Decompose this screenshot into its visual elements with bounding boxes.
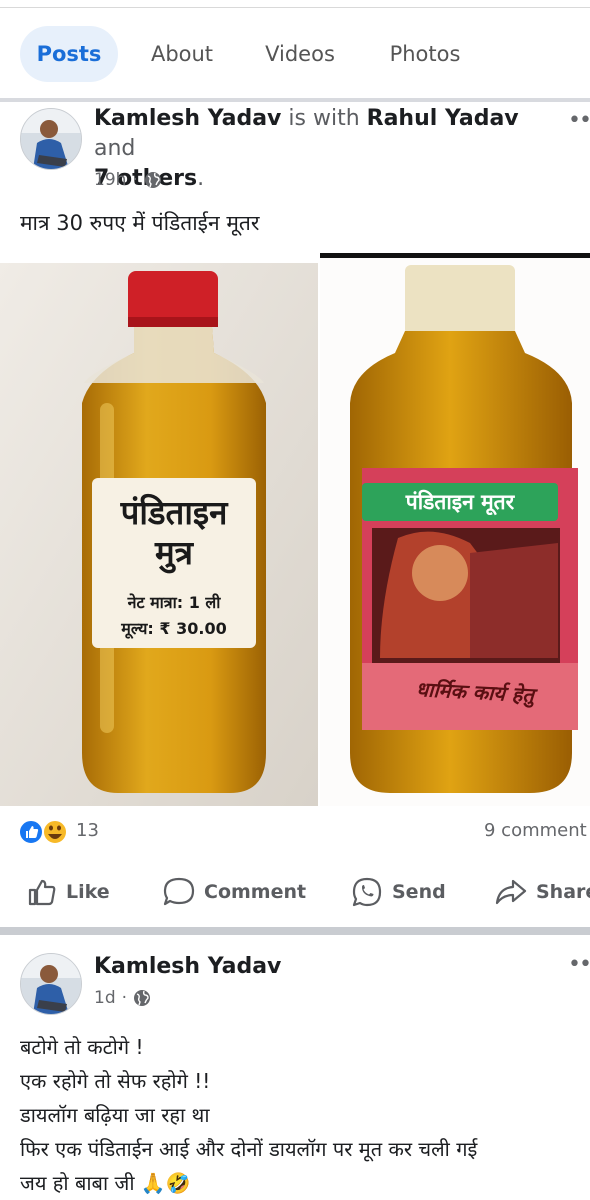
tab-posts[interactable]: Posts <box>20 26 118 82</box>
post-line: फिर एक पंडिताईन आई और दोनों डायलॉग पर मू… <box>20 1137 478 1161</box>
with-text: is with <box>288 106 360 131</box>
section-divider <box>0 98 590 102</box>
like-label: Like <box>66 881 110 903</box>
thumbs-up-icon <box>28 879 56 906</box>
author-avatar[interactable] <box>20 108 82 170</box>
more-options-icon[interactable]: •• <box>568 108 590 133</box>
bottle-label-title: पंडिताइन मुत्र <box>92 493 256 573</box>
label-price: मूल्य: ₹ 30.00 <box>121 619 227 638</box>
profile-tabs: Posts About Videos Photos <box>0 20 590 90</box>
share-arrow-icon <box>495 879 527 905</box>
more-options-icon[interactable]: •• <box>568 952 590 977</box>
share-label: Share <box>536 881 590 903</box>
reaction-icons[interactable] <box>18 818 68 846</box>
tab-about[interactable]: About <box>138 26 226 82</box>
like-button[interactable]: Like <box>26 872 110 912</box>
send-button[interactable]: Send <box>350 872 446 912</box>
send-label: Send <box>392 881 446 903</box>
globe-icon <box>144 172 161 188</box>
author-avatar[interactable] <box>20 953 82 1015</box>
post-divider <box>0 927 590 935</box>
meta-dot: · <box>132 170 138 190</box>
label-title-line1: पंडिताइन <box>120 493 228 532</box>
top-border <box>0 7 590 8</box>
author-name[interactable]: Kamlesh Yadav <box>94 954 281 979</box>
author-name[interactable]: Kamlesh Yadav <box>94 106 281 131</box>
post-text: मात्र 30 रुपए में पंडिताईन मूतर <box>20 211 260 235</box>
post-meta: 1d · <box>94 988 151 1008</box>
comment-bubble-icon <box>163 877 195 906</box>
comment-count[interactable]: 9 comment <box>484 820 587 841</box>
globe-icon <box>134 990 151 1006</box>
share-button[interactable]: Share <box>494 872 590 912</box>
bottle-label-details: नेट मात्रा: 1 ली मूल्य: ₹ 30.00 <box>92 590 256 642</box>
avatar-image <box>21 109 81 169</box>
comment-button[interactable]: Comment <box>162 872 306 912</box>
tagged-user[interactable]: Rahul Yadav <box>367 106 519 131</box>
whatsapp-icon <box>352 877 382 907</box>
post-line: जय हो बाबा जी 🙏🤣 <box>20 1171 191 1195</box>
bottle-right-label-top: पंडिताइन मूतर <box>362 483 558 521</box>
post-header: Kamlesh Yadav is with Rahul Yadav and 7 … <box>94 104 564 194</box>
and-text: and <box>94 136 136 161</box>
label-title-line2: मुत्र <box>155 533 193 572</box>
bottle-image-right <box>320 253 590 806</box>
tab-videos[interactable]: Videos <box>250 26 350 82</box>
avatar-image <box>21 954 81 1014</box>
post-meta: 19h · <box>94 170 162 190</box>
post-time[interactable]: 19h <box>94 170 126 190</box>
meta-dot: · <box>121 988 128 1008</box>
post-header: Kamlesh Yadav <box>94 952 281 982</box>
post-line: बटोगे तो कटोगे ! <box>20 1035 144 1059</box>
tab-photos[interactable]: Photos <box>376 26 474 82</box>
post-time[interactable]: 1d <box>94 988 116 1008</box>
post-line: डायलॉग बढ़िया जा रहा था <box>20 1103 210 1127</box>
comment-label: Comment <box>204 881 307 903</box>
post-line: एक रहोगे तो सेफ रहोगे !! <box>20 1069 211 1093</box>
reaction-count[interactable]: 13 <box>76 820 99 841</box>
period: . <box>197 166 205 191</box>
post-photo[interactable]: पंडिताइन मुत्र नेट मात्रा: 1 ली मूल्य: ₹… <box>0 253 590 806</box>
post-text: बटोगे तो कटोगे ! एक रहोगे तो सेफ रहोगे !… <box>20 1030 590 1200</box>
like-reaction-icon <box>18 819 68 845</box>
label-qty: नेट मात्रा: 1 ली <box>127 593 221 612</box>
